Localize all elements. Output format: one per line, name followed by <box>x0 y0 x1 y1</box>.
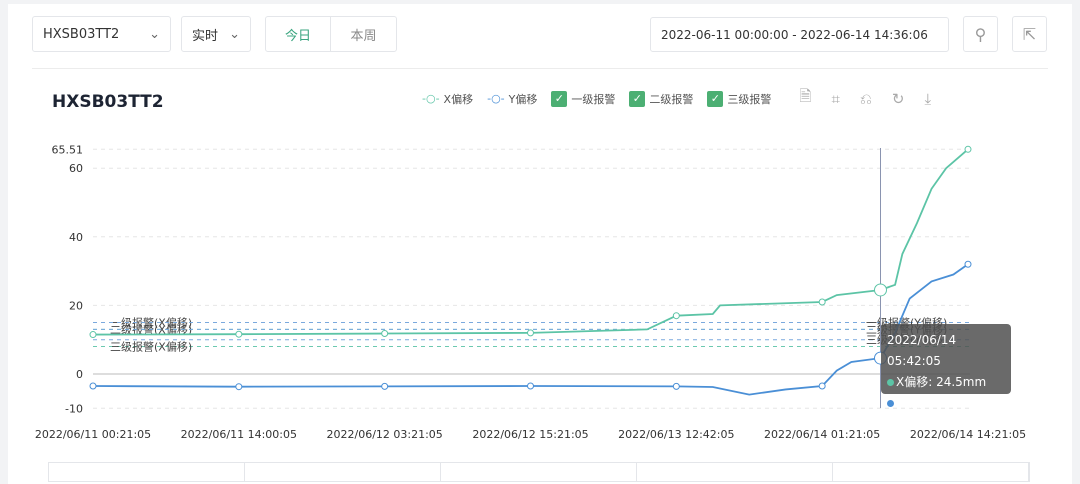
data-table <box>48 462 1030 482</box>
data-point <box>818 382 826 390</box>
data-point <box>818 298 826 306</box>
tooltip-x-value: X偏移: 24.5mm <box>896 375 987 389</box>
data-point <box>381 330 389 338</box>
y-tick-label: 20 <box>69 299 83 312</box>
tooltip-time: 2022/06/14 05:42:05 <box>887 333 957 368</box>
y-tick-label: 65.51 <box>52 143 84 156</box>
tooltip-y-value: Y偏移: 4.64mm <box>896 396 986 410</box>
threshold-label: 三级报警(X偏移) <box>110 340 192 354</box>
data-point <box>527 382 534 390</box>
y-tick-label: 0 <box>76 368 83 381</box>
data-point <box>964 260 972 268</box>
data-point <box>672 382 680 390</box>
data-point <box>964 145 972 153</box>
data-point <box>527 329 534 337</box>
data-point <box>89 382 97 390</box>
tooltip: 2022/06/14 05:42:05 X偏移: 24.5mm Y偏移: 4.6… <box>881 324 1011 410</box>
data-point <box>235 383 243 391</box>
y-tick-label: -10 <box>65 402 83 415</box>
x-tick-label: 2022/06/13 12:42:05 <box>618 428 734 441</box>
data-point <box>672 312 680 320</box>
series-line-0 <box>92 148 969 336</box>
x-tick-label: 2022/06/11 00:21:05 <box>35 428 151 441</box>
data-point <box>235 330 243 338</box>
cursor-point-x <box>874 283 887 297</box>
tooltip-x: X偏移: 24.5mm <box>887 372 1005 393</box>
data-point <box>381 382 389 390</box>
x-tick-label: 2022/06/12 15:21:05 <box>472 428 588 441</box>
y-tick-label: 40 <box>69 231 83 244</box>
x-tick-label: 2022/06/14 14:21:05 <box>910 428 1026 441</box>
x-tick-label: 2022/06/12 03:21:05 <box>327 428 443 441</box>
x-tick-label: 2022/06/14 01:21:05 <box>764 428 880 441</box>
data-point <box>89 331 97 339</box>
x-tick-label: 2022/06/11 14:00:05 <box>181 428 297 441</box>
tooltip-y: Y偏移: 4.64mm <box>887 393 1005 414</box>
y-tick-label: 60 <box>69 162 83 175</box>
